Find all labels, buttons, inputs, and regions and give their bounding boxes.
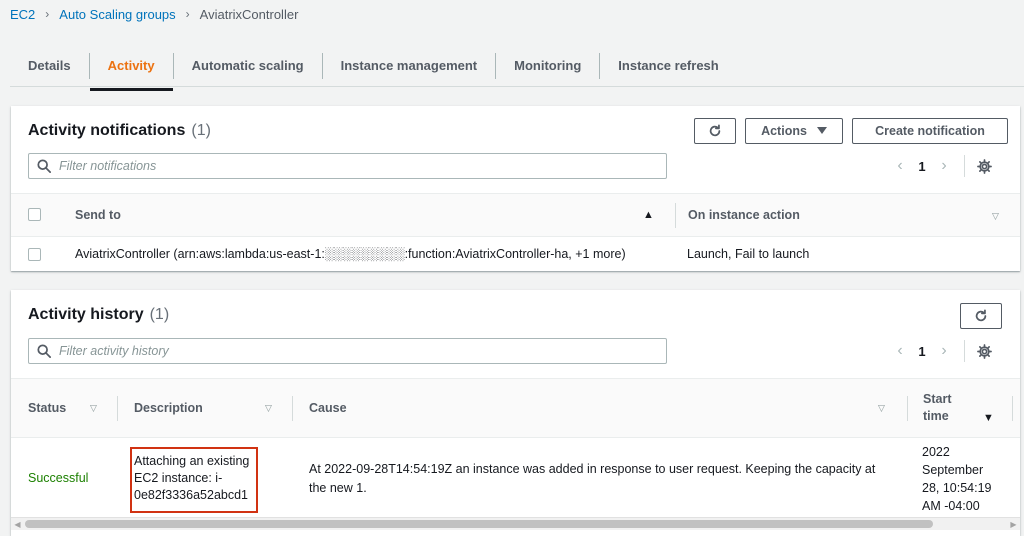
activity-history-panel: Activity history (1) ‹ 1 › Status ▽ Desc… [11, 290, 1020, 536]
column-divider[interactable] [907, 396, 908, 421]
refresh-icon [975, 309, 987, 322]
description-cell-highlighted: Attaching an existing EC2 instance: i-0e… [130, 447, 258, 513]
start-time-cell: 2022 September 28, 10:54:19 AM -04:00 [922, 445, 992, 513]
horizontal-scrollbar[interactable]: ◀ ▶ [11, 517, 1020, 530]
breadcrumb-ec2-link[interactable]: EC2 [10, 7, 35, 22]
page-number[interactable]: 1 [910, 159, 934, 174]
previous-page-icon[interactable]: ‹ [890, 157, 910, 175]
sort-icon[interactable]: ▽ [878, 403, 885, 414]
chevron-right-icon: › [185, 7, 190, 21]
tab-bar: Details Activity Automatic scaling Insta… [10, 46, 737, 91]
filter-activity-history [28, 338, 667, 364]
next-page-icon[interactable]: › [934, 157, 954, 175]
breadcrumb-auto-scaling-groups-link[interactable]: Auto Scaling groups [59, 7, 175, 22]
column-divider[interactable] [117, 396, 118, 421]
settings-gear-icon[interactable] [977, 343, 992, 359]
tab-automatic-scaling[interactable]: Automatic scaling [174, 52, 322, 80]
cause-cell: At 2022-09-28T14:54:19Z an instance was … [309, 462, 876, 495]
column-start-time-line2: time [923, 409, 949, 423]
next-page-icon[interactable]: › [934, 342, 954, 360]
notifications-pagination: ‹ 1 › [890, 155, 992, 177]
column-divider[interactable] [675, 203, 676, 228]
column-description[interactable]: Description [134, 379, 203, 437]
tab-monitoring[interactable]: Monitoring [496, 52, 599, 80]
scroll-right-arrow-icon[interactable]: ▶ [1007, 519, 1020, 530]
scrollbar-thumb[interactable] [25, 520, 933, 528]
tab-details[interactable]: Details [10, 52, 89, 80]
refresh-icon [709, 124, 721, 137]
sort-descending-icon[interactable]: ▼ [983, 412, 994, 424]
search-icon [37, 344, 51, 358]
activity-history-title: Activity history (1) [28, 306, 169, 324]
pager-divider [964, 155, 965, 177]
history-table-header: Status ▽ Description ▽ Cause ▽ Start tim… [11, 378, 1020, 438]
activity-history-count: (1) [149, 306, 170, 323]
tab-instance-refresh[interactable]: Instance refresh [600, 52, 736, 80]
tab-instance-management[interactable]: Instance management [323, 52, 496, 80]
activity-notifications-heading: Activity notifications [28, 122, 186, 139]
actions-dropdown-button[interactable]: Actions [745, 118, 843, 144]
pager-divider [964, 340, 965, 362]
column-cause[interactable]: Cause [309, 379, 347, 437]
filter-notifications [28, 153, 667, 179]
page-number[interactable]: 1 [910, 344, 934, 359]
history-pagination: ‹ 1 › [890, 340, 992, 362]
notifications-table-header: Send to ▲ On instance action ▽ [11, 193, 1020, 237]
column-on-instance-action[interactable]: On instance action [688, 194, 800, 236]
activity-history-heading: Activity history [28, 306, 144, 323]
caret-down-icon [816, 127, 827, 134]
refresh-history-button[interactable] [960, 303, 1002, 329]
send-to-cell: AviatrixController (arn:aws:lambda:us-ea… [75, 247, 626, 261]
filter-activity-history-input[interactable] [59, 344, 639, 358]
column-divider[interactable] [1012, 396, 1013, 421]
column-status[interactable]: Status [28, 379, 66, 437]
column-divider[interactable] [292, 396, 293, 421]
on-instance-action-cell: Launch, Fail to launch [687, 247, 810, 261]
scroll-left-arrow-icon[interactable]: ◀ [11, 519, 24, 530]
refresh-notifications-button[interactable] [694, 118, 736, 144]
previous-page-icon[interactable]: ‹ [890, 342, 910, 360]
create-notification-button[interactable]: Create notification [852, 118, 1008, 144]
sort-ascending-icon[interactable]: ▲ [643, 209, 654, 221]
breadcrumb: EC2 › Auto Scaling groups › AviatrixCont… [10, 6, 298, 22]
sort-icon[interactable]: ▽ [992, 211, 999, 222]
column-start-time-line1: Start [923, 392, 952, 406]
actions-label: Actions [761, 124, 807, 138]
settings-gear-icon[interactable] [977, 158, 992, 174]
chevron-right-icon: › [45, 7, 50, 21]
column-send-to[interactable]: Send to [75, 194, 121, 236]
sort-icon[interactable]: ▽ [90, 403, 97, 414]
select-all-checkbox[interactable] [28, 208, 41, 221]
row-checkbox[interactable] [28, 248, 41, 261]
filter-notifications-input[interactable] [59, 159, 639, 173]
tabs-underline [10, 86, 1024, 87]
breadcrumb-current: AviatrixController [199, 6, 299, 22]
tab-activity[interactable]: Activity [89, 52, 173, 91]
status-cell: Successful [28, 471, 89, 485]
activity-notifications-panel: Activity notifications (1) Actions Creat… [11, 106, 1020, 271]
activity-notifications-count: (1) [191, 122, 211, 139]
activity-notifications-title: Activity notifications (1) [28, 122, 211, 140]
sort-icon[interactable]: ▽ [265, 403, 272, 414]
column-start-time[interactable]: Start time [923, 379, 951, 437]
search-icon [37, 159, 51, 173]
